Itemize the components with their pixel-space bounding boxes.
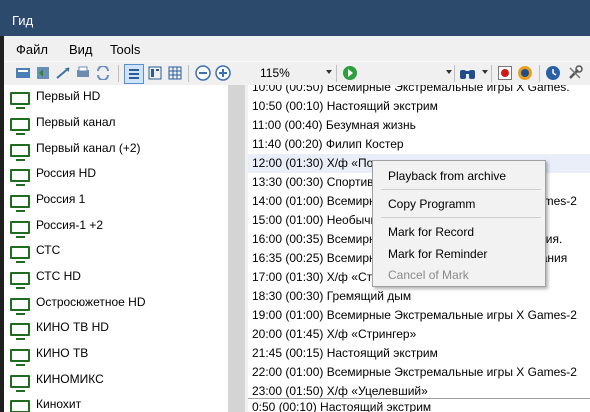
reminder-icon[interactable] [516,64,534,82]
list-item[interactable]: СТС HD [10,269,228,294]
split-view-icon[interactable] [146,64,164,82]
tv-icon [10,92,30,109]
refresh-icon[interactable] [94,64,112,82]
chevron-down-icon[interactable] [326,70,332,74]
scrollbar-thumb[interactable] [228,85,245,412]
channel-name: Россия-1 +2 [36,218,104,232]
menu-item-cancel-mark: Cancel of Mark [388,268,469,282]
channel-name: КИНО ТВ HD [36,320,109,334]
channel-name: Кинохит [36,397,82,411]
menu-item-playback[interactable]: Playback from archive [388,169,506,183]
list-item[interactable]: Россия HD [10,166,228,191]
tv-icon [10,195,30,212]
toolbar: 115% [4,61,590,86]
list-item[interactable]: 11:40 (00:20) Филип Костер [252,135,590,154]
list-item[interactable]: 11:00 (00:40) Безумная жизнь [252,116,590,135]
list-item[interactable]: 21:45 (00:15) Настоящий экстрим [252,344,590,363]
channel-name: СТС [36,243,61,257]
print-icon[interactable] [74,64,92,82]
menu-tools[interactable]: Tools [110,42,140,57]
tv-icon [10,144,30,161]
resize-icon[interactable] [54,64,72,82]
channel-name: Остросюжетное HD [36,295,146,309]
list-item[interactable]: 0:50 (00:10) Настоящий экстрим [252,400,431,412]
list-item[interactable]: Россия 1 [10,192,228,217]
list-item[interactable]: Первый канал (+2) [10,141,228,166]
chevron-down-icon[interactable] [482,70,488,74]
tools-icon[interactable] [566,64,584,82]
chevron-down-icon[interactable] [446,70,452,74]
list-item[interactable]: Остросюжетное HD [10,295,228,320]
tv-icon [10,323,30,340]
channel-list-scrollbar[interactable] [228,85,245,412]
toolbar-separator [336,65,337,82]
menu-item-mark-record[interactable]: Mark for Record [388,225,474,239]
tv-icon [10,169,30,186]
tv-icon [10,272,30,289]
list-view-icon[interactable] [124,64,144,84]
go-icon[interactable] [341,64,359,82]
toolbar-separator [188,65,189,82]
toolbar-separator [454,65,455,82]
binoculars-icon[interactable] [459,64,477,82]
channel-name: КИНО ТВ [36,346,89,360]
window-title: Гид [12,13,34,28]
toolbar-separator [491,65,492,82]
channel-list[interactable]: Первый HD Первый канал Первый канал (+2)… [4,85,228,412]
zoom-select[interactable]: 115% [256,64,334,82]
grid-view-icon[interactable] [166,64,184,82]
tv-icon [10,349,30,366]
tv-icon [10,400,30,412]
menu-view[interactable]: Вид [69,42,93,57]
toolbar-separator [118,65,119,82]
list-item[interactable]: Кинохит [10,397,228,412]
title-bar: Гид [0,0,590,36]
list-item[interactable]: 20:00 (01:45) Х/ф «Стрингер» [252,325,590,344]
menu-separator [381,217,541,218]
context-menu: Playback from archive Copy Programm Mark… [372,160,546,287]
channel-name: Первый канал (+2) [36,141,141,155]
list-item[interactable]: КИНО ТВ HD [10,320,228,345]
zoom-value: 115% [260,66,290,80]
menu-item-copy[interactable]: Copy Programm [388,197,475,211]
tv-icon [10,118,30,135]
open-icon[interactable] [14,64,32,82]
record-icon[interactable] [496,64,514,82]
tv-icon [10,375,30,392]
list-item[interactable]: 10:00 (00:50) Всемирные Экстремальные иг… [252,85,590,97]
channel-name: Россия 1 [36,192,86,206]
list-item[interactable]: СТС [10,243,228,268]
list-item[interactable]: Россия-1 +2 [10,218,228,243]
divider [248,398,590,399]
menu-item-mark-reminder[interactable]: Mark for Reminder [388,247,487,261]
tv-icon [10,298,30,315]
list-item[interactable]: Первый канал [10,115,228,140]
list-item[interactable]: 10:50 (00:10) Настоящий экстрим [252,97,590,116]
channel-name: Первый HD [36,89,101,103]
list-item[interactable]: 22:00 (01:00) Всемирные Экстремальные иг… [252,363,590,382]
clock-icon[interactable] [544,64,562,82]
channel-name: СТС HD [36,269,81,283]
list-item[interactable]: 18:30 (00:30) Гремящий дым [252,287,590,306]
toolbar-separator [539,65,540,82]
menu-bar: Файл Вид Tools [4,36,590,61]
list-item[interactable]: Первый HD [10,89,228,114]
channel-name: Россия HD [36,166,97,180]
menu-separator [381,189,541,190]
zoom-out-icon[interactable] [194,64,212,82]
list-item[interactable]: КИНО ТВ [10,346,228,371]
tv-icon [10,246,30,263]
list-item[interactable]: 19:00 (01:00) Всемирные Экстремальные иг… [252,306,590,325]
import-icon[interactable] [34,64,52,82]
zoom-in-icon[interactable] [214,64,232,82]
channel-select[interactable] [360,64,458,82]
channel-name: Первый канал [36,115,116,129]
list-item[interactable]: КИНОМИКС [10,372,228,397]
menu-file[interactable]: Файл [16,42,48,57]
tv-icon [10,221,30,238]
channel-name: КИНОМИКС [36,372,104,386]
